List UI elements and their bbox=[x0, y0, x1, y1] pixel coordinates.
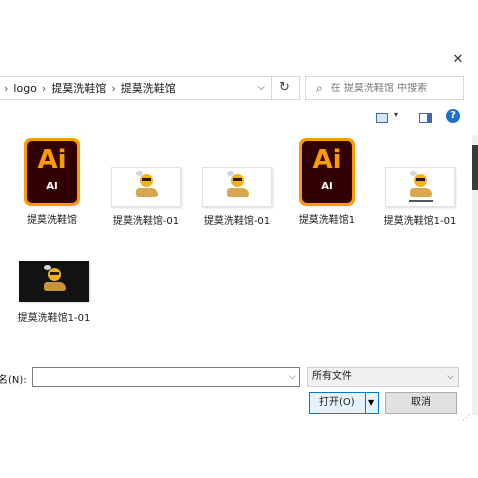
shoe-icon bbox=[44, 282, 66, 291]
address-bar[interactable]: › logo › 提莫洗鞋馆 › 提莫洗鞋馆 ⌵ bbox=[0, 76, 272, 100]
illustrator-file-icon: Ai AI bbox=[24, 138, 80, 206]
split-divider bbox=[365, 393, 366, 413]
resize-grip-icon[interactable]: ⋰ bbox=[462, 413, 470, 422]
close-icon: ✕ bbox=[452, 52, 464, 67]
breadcrumb-separator: › bbox=[111, 81, 116, 95]
chevron-down-icon: ⌵ bbox=[447, 372, 454, 382]
breadcrumb-separator: › bbox=[41, 81, 47, 95]
chevron-down-icon[interactable]: ▾ bbox=[394, 110, 398, 119]
file-name: 提莫洗鞋馆-01 bbox=[112, 216, 180, 227]
cancel-button[interactable]: 取消 bbox=[385, 392, 457, 414]
file-item[interactable]: 提莫洗鞋馆-01 bbox=[108, 167, 184, 227]
toolbar: ▾ ? bbox=[0, 105, 478, 131]
shoe-icon bbox=[227, 188, 249, 197]
file-item[interactable]: Ai AI 提莫洗鞋馆 bbox=[22, 138, 82, 226]
search-box[interactable]: ⌕ bbox=[305, 76, 464, 100]
ai-icon-text: Ai bbox=[37, 145, 67, 175]
breadcrumb-folder[interactable]: 提莫洗鞋馆 bbox=[51, 80, 106, 96]
search-icon: ⌕ bbox=[316, 80, 323, 95]
close-button[interactable]: ✕ bbox=[446, 50, 470, 70]
bee-mascot-icon bbox=[227, 171, 244, 187]
ai-icon-text: Ai bbox=[312, 145, 342, 175]
filename-input[interactable]: ⌵ bbox=[32, 367, 300, 387]
help-icon[interactable]: ? bbox=[446, 109, 460, 123]
file-item[interactable]: 提莫洗鞋馆-01 bbox=[199, 167, 275, 227]
search-input[interactable] bbox=[330, 82, 451, 94]
logo-caption-mark bbox=[409, 200, 433, 202]
file-name: 提莫洗鞋馆 bbox=[27, 215, 77, 226]
image-thumbnail bbox=[385, 167, 455, 207]
ai-icon-label: AI bbox=[46, 181, 58, 192]
shoe-icon bbox=[136, 188, 158, 197]
scrollbar[interactable] bbox=[472, 135, 478, 415]
bee-mascot-icon bbox=[136, 171, 153, 187]
chevron-down-icon[interactable]: ▼ bbox=[368, 393, 374, 413]
chevron-down-icon[interactable]: ⌵ bbox=[289, 368, 296, 386]
breadcrumb-subfolder[interactable]: 提莫洗鞋馆 bbox=[121, 80, 176, 96]
open-file-dialog: ✕ › logo › 提莫洗鞋馆 › 提莫洗鞋馆 ⌵ ↻ ⌕ ▾ ? Ai AI… bbox=[0, 45, 478, 423]
bee-mascot-icon bbox=[410, 171, 427, 187]
open-button[interactable]: 打开(O) ▼ bbox=[309, 392, 379, 414]
breadcrumb-separator: › bbox=[4, 81, 9, 95]
image-thumbnail bbox=[19, 261, 89, 302]
shoe-icon bbox=[410, 188, 432, 197]
bee-mascot-icon bbox=[44, 265, 61, 281]
image-thumbnail bbox=[111, 167, 181, 207]
image-thumbnail bbox=[202, 167, 272, 207]
file-name: 提莫洗鞋馆1-01 bbox=[383, 216, 457, 227]
file-name: 提莫洗鞋馆-01 bbox=[203, 216, 271, 227]
view-icon[interactable] bbox=[376, 113, 388, 123]
filetype-select[interactable]: 所有文件 ⌵ bbox=[307, 367, 459, 387]
illustrator-file-icon: Ai AI bbox=[299, 138, 355, 206]
file-name: 提莫洗鞋馆1 bbox=[298, 215, 356, 226]
file-item[interactable]: 提莫洗鞋馆1-01 bbox=[380, 167, 460, 227]
breadcrumb-logo[interactable]: logo bbox=[13, 82, 37, 95]
scrollbar-thumb[interactable] bbox=[472, 145, 478, 190]
open-button-label: 打开(O) bbox=[319, 397, 355, 408]
file-item[interactable]: 提莫洗鞋馆1-01 bbox=[14, 261, 94, 324]
chevron-down-icon[interactable]: ⌵ bbox=[257, 77, 265, 99]
file-item[interactable]: Ai AI 提莫洗鞋馆1 bbox=[297, 138, 357, 226]
filename-label: 名(N): bbox=[0, 375, 27, 386]
ai-icon-label: AI bbox=[321, 181, 333, 192]
filetype-value: 所有文件 bbox=[312, 371, 352, 382]
refresh-button[interactable]: ↻ bbox=[270, 76, 300, 100]
refresh-icon: ↻ bbox=[279, 80, 290, 95]
preview-pane-icon[interactable] bbox=[419, 113, 432, 123]
file-name: 提莫洗鞋馆1-01 bbox=[17, 313, 91, 324]
